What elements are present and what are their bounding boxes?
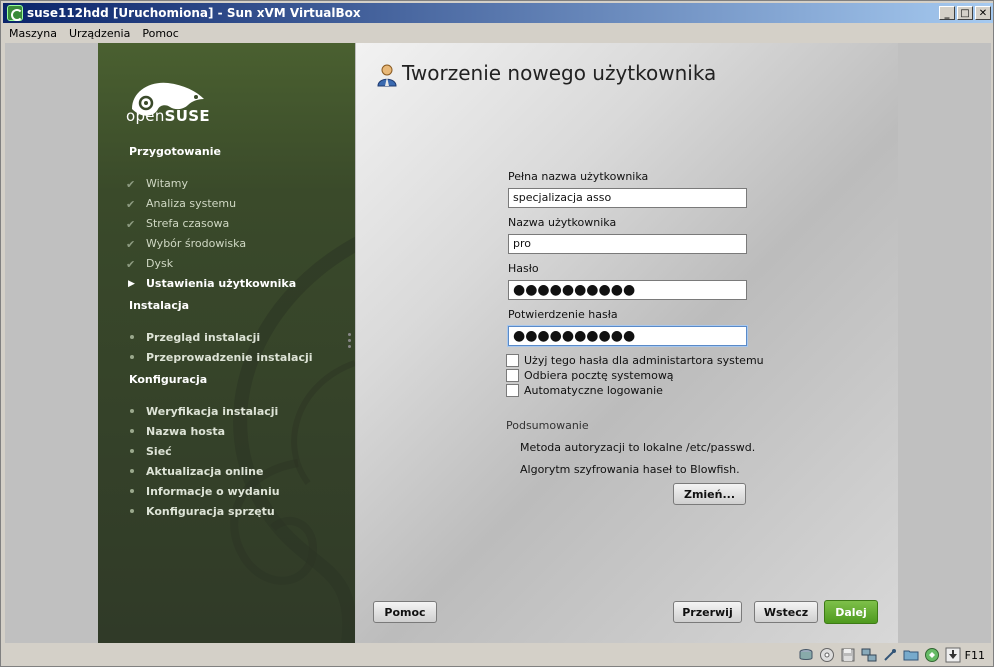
bullet-icon — [126, 351, 138, 363]
bullet-icon — [126, 331, 138, 343]
network-icon[interactable] — [861, 647, 877, 663]
floppy-icon[interactable] — [840, 647, 856, 663]
shared-folders-icon[interactable] — [903, 647, 919, 663]
virtualbox-app-icon[interactable] — [7, 5, 23, 21]
step-aktualizacja-online: Aktualizacja online — [146, 465, 264, 478]
receive-system-mail-label: Odbiera pocztę systemową — [524, 369, 674, 382]
step-weryfikacja-instalacji: Weryfikacja instalacji — [146, 405, 279, 418]
next-button[interactable]: Dalej — [824, 600, 878, 624]
full-name-label: Pełna nazwa użytkownika — [508, 170, 649, 183]
step-wybor-srodowiska: Wybór środowiska — [146, 237, 247, 250]
back-button[interactable]: Wstecz — [754, 601, 818, 623]
step-przeglad-instalacji: Przegląd instalacji — [146, 331, 261, 344]
password-label: Hasło — [508, 262, 539, 275]
step-informacje-o-wydaniu: Informacje o wydaniu — [146, 485, 280, 498]
use-password-for-root-label: Użyj tego hasła dla administartora syste… — [524, 354, 764, 367]
password-input[interactable]: ●●●●●●●●●● — [508, 280, 747, 300]
password-confirm-label: Potwierdzenie hasła — [508, 308, 618, 321]
hard-disk-icon[interactable] — [798, 647, 814, 663]
step-witamy: Witamy — [146, 177, 188, 190]
password-confirm-input[interactable]: ●●●●●●●●●● — [508, 326, 747, 346]
user-icon — [377, 64, 397, 87]
summary-encryption: Algorytm szyfrowania haseł to Blowfish. — [520, 463, 740, 476]
check-icon — [126, 258, 138, 270]
full-name-input[interactable]: specjalizacja asso — [508, 188, 747, 208]
opensuse-logo-text: openSUSE — [126, 107, 210, 125]
check-icon — [126, 238, 138, 250]
current-step-arrow-icon — [126, 278, 138, 290]
bullet-icon — [126, 405, 138, 417]
bullet-icon — [126, 445, 138, 457]
vm-display-area[interactable]: openSUSE Przygotowanie Witamy Analiza sy… — [5, 43, 991, 643]
check-icon — [126, 178, 138, 190]
installer-sidebar: openSUSE Przygotowanie Witamy Analiza sy… — [98, 43, 355, 643]
host-key-label: F11 — [964, 648, 985, 662]
vm-screen[interactable]: openSUSE Przygotowanie Witamy Analiza sy… — [98, 43, 898, 643]
page-title: Tworzenie nowego użytkownika — [402, 61, 717, 85]
host-key-arrow-icon — [945, 647, 961, 663]
check-icon — [126, 218, 138, 230]
close-button[interactable]: ✕ — [975, 6, 991, 20]
receive-system-mail-option[interactable]: Odbiera pocztę systemową — [506, 369, 674, 382]
use-password-for-root-option[interactable]: Użyj tego hasła dla administartora syste… — [506, 354, 764, 367]
abort-button[interactable]: Przerwij — [673, 601, 742, 623]
maximize-button[interactable]: □ — [957, 6, 973, 20]
usb-icon[interactable] — [882, 647, 898, 663]
menu-maszyna[interactable]: Maszyna — [3, 27, 63, 40]
step-przeprowadzenie-instalacji: Przeprowadzenie instalacji — [146, 351, 313, 364]
step-ustawienia-uzytkownika: Ustawienia użytkownika — [146, 277, 297, 290]
auto-login-option[interactable]: Automatyczne logowanie — [506, 384, 663, 397]
bullet-icon — [126, 485, 138, 497]
menu-bar: Maszyna Urządzenia Pomoc — [3, 24, 993, 42]
sidebar-resize-grip[interactable] — [348, 333, 352, 353]
logo-suffix: SUSE — [164, 107, 210, 125]
change-button[interactable]: Zmień... — [673, 483, 746, 505]
bullet-icon — [126, 425, 138, 437]
auto-login-label: Automatyczne logowanie — [524, 384, 663, 397]
step-analiza-systemu: Analiza systemu — [146, 197, 237, 210]
check-icon — [126, 198, 138, 210]
status-bar: F11 — [3, 644, 993, 666]
step-dysk: Dysk — [146, 257, 174, 270]
step-konfiguracja-sprzetu: Konfiguracja sprzętu — [146, 505, 275, 518]
section-konfiguracja: Konfiguracja — [129, 373, 208, 386]
step-nazwa-hosta: Nazwa hosta — [146, 425, 226, 438]
summary-auth-method: Metoda autoryzacji to lokalne /etc/passw… — [520, 441, 756, 454]
cd-icon[interactable] — [819, 647, 835, 663]
summary-title: Podsumowanie — [506, 419, 589, 432]
use-password-for-root-checkbox[interactable] — [506, 354, 519, 367]
auto-login-checkbox[interactable] — [506, 384, 519, 397]
step-strefa-czasowa: Strefa czasowa — [146, 217, 230, 230]
virtualbox-window: suse112hdd [Uruchomiona] - Sun xVM Virtu… — [0, 0, 994, 667]
step-siec: Sieć — [146, 445, 172, 458]
help-button[interactable]: Pomoc — [373, 601, 437, 623]
window-title: suse112hdd [Uruchomiona] - Sun xVM Virtu… — [27, 6, 361, 20]
menu-urzadzenia[interactable]: Urządzenia — [63, 27, 136, 40]
bullet-icon — [126, 505, 138, 517]
section-przygotowanie: Przygotowanie — [129, 145, 221, 158]
title-bar[interactable]: suse112hdd [Uruchomiona] - Sun xVM Virtu… — [3, 3, 993, 23]
minimize-button[interactable]: _ — [939, 6, 955, 20]
receive-system-mail-checkbox[interactable] — [506, 369, 519, 382]
section-instalacja: Instalacja — [129, 299, 190, 312]
installer-main-panel: Tworzenie nowego użytkownika Pełna nazwa… — [356, 43, 898, 643]
username-label: Nazwa użytkownika — [508, 216, 617, 229]
menu-pomoc[interactable]: Pomoc — [136, 27, 184, 40]
username-input[interactable]: pro — [508, 234, 747, 254]
logo-prefix: open — [126, 107, 165, 125]
mouse-integration-icon[interactable] — [924, 647, 940, 663]
bullet-icon — [126, 465, 138, 477]
